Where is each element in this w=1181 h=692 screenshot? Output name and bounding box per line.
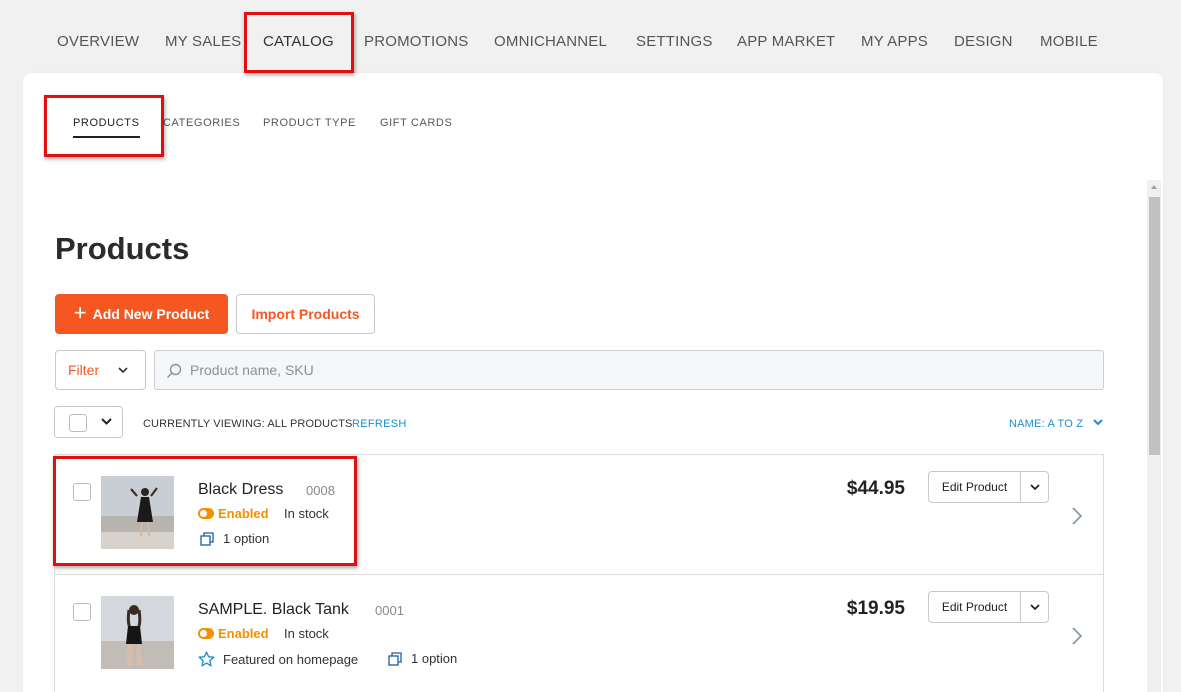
tab-gift-cards[interactable]: GIFT CARDS [380,117,452,129]
scroll-up-arrow-icon[interactable] [1151,185,1157,189]
product-row[interactable]: Black Dress 0008 Enabled In stock 1 opti… [55,455,1103,575]
chevron-down-icon [1093,419,1103,426]
add-new-product-label: Add New Product [92,306,210,322]
nav-catalog[interactable]: CATALOG [263,33,334,50]
chevron-right-icon[interactable] [1072,627,1082,645]
product-options-label: 1 option [223,531,270,546]
nav-my-sales[interactable]: MY SALES [165,33,241,50]
chevron-down-icon [101,418,112,425]
chevron-down-icon [1030,484,1040,491]
select-all-checkbox[interactable] [69,414,87,432]
product-status-label: Enabled [218,506,269,521]
search-input[interactable] [190,360,1070,380]
tab-product-type[interactable]: PRODUCT TYPE [263,117,356,129]
page-title: Products [55,231,190,266]
product-status-label: Enabled [218,626,269,641]
product-checkbox[interactable] [73,483,91,501]
add-new-product-button[interactable]: + Add New Product [55,294,228,334]
filter-dropdown[interactable]: Filter [55,350,146,390]
select-all-dropdown[interactable] [54,406,123,438]
nav-design[interactable]: DESIGN [954,33,1013,50]
sort-dropdown[interactable]: NAME: A TO Z [1009,418,1103,430]
product-list: Black Dress 0008 Enabled In stock 1 opti… [54,454,1104,692]
featured-on-homepage-link[interactable]: Featured on homepage [198,651,358,667]
product-search[interactable] [154,350,1104,390]
nav-overview[interactable]: OVERVIEW [57,33,139,50]
product-thumbnail[interactable] [101,596,174,669]
chevron-down-icon [1030,604,1040,611]
product-checkbox[interactable] [73,603,91,621]
nav-settings[interactable]: SETTINGS [636,33,713,50]
nav-omnichannel[interactable]: OMNICHANNEL [494,33,607,50]
edit-product-split-button: Edit Product [928,471,1049,503]
product-price: $44.95 [846,478,905,499]
product-image [101,476,174,549]
product-status-toggle[interactable]: Enabled [198,626,269,641]
product-sku: 0001 [375,603,404,618]
options-copy-icon [200,531,214,546]
product-price: $19.95 [846,598,905,619]
product-image [101,596,174,669]
nav-app-market[interactable]: APP MARKET [737,33,835,50]
stock-status: In stock [284,506,329,521]
refresh-link[interactable]: REFRESH [352,418,407,430]
nav-my-apps[interactable]: MY APPS [861,33,928,50]
tab-products[interactable]: PRODUCTS [73,117,140,129]
main-navigation: OVERVIEW MY SALES CATALOG PROMOTIONS OMN… [0,0,1181,74]
search-icon [167,363,182,378]
viewing-status: CURRENTLY VIEWING: ALL PRODUCTS [143,418,353,430]
product-sku: 0008 [306,483,335,498]
edit-product-button[interactable]: Edit Product [929,592,1020,622]
product-options-link[interactable]: 1 option [388,651,457,666]
options-copy-icon [388,651,402,666]
filter-label: Filter [68,362,100,378]
stock-status: In stock [284,626,329,641]
star-icon [198,651,215,667]
product-status-toggle[interactable]: Enabled [198,506,269,521]
product-row[interactable]: SAMPLE. Black Tank 0001 Enabled In stock… [55,575,1103,692]
nav-promotions[interactable]: PROMOTIONS [364,33,469,50]
tab-categories[interactable]: CATEGORIES [163,117,240,129]
toggle-icon [198,628,214,639]
edit-product-menu-toggle[interactable] [1021,472,1049,502]
plus-icon: + [73,300,87,325]
active-tab-indicator [73,136,140,138]
product-thumbnail[interactable] [101,476,174,549]
chevron-down-icon [118,367,128,374]
product-options-label: 1 option [411,651,458,666]
edit-product-menu-toggle[interactable] [1021,592,1049,622]
import-products-button[interactable]: Import Products [236,294,375,334]
edit-product-split-button: Edit Product [928,591,1049,623]
featured-label: Featured on homepage [223,651,359,667]
product-name[interactable]: SAMPLE. Black Tank [198,601,349,619]
nav-mobile[interactable]: MOBILE [1040,33,1098,50]
scrollbar-thumb[interactable] [1149,197,1160,455]
toggle-icon [198,508,214,519]
product-name[interactable]: Black Dress [198,481,283,499]
chevron-right-icon[interactable] [1072,507,1082,525]
import-products-label: Import Products [251,306,360,322]
product-options-link[interactable]: 1 option [200,531,269,546]
edit-product-button[interactable]: Edit Product [929,472,1020,502]
sort-label: NAME: A TO Z [1009,418,1084,430]
